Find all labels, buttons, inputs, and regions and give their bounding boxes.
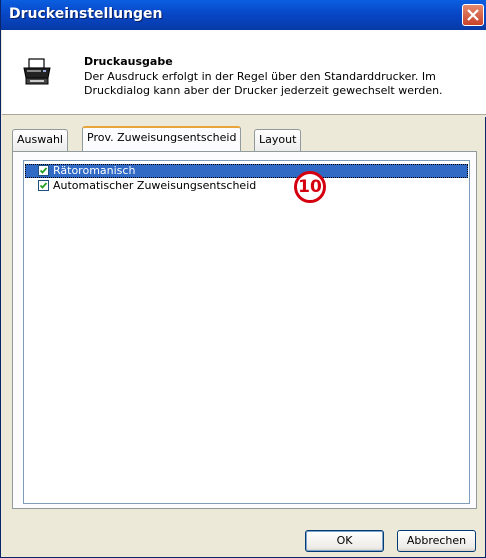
cancel-button-label: Abbrechen (406, 534, 467, 547)
checkmark-icon (39, 167, 48, 174)
callout-marker: 10 (294, 171, 326, 203)
checkmark-icon (39, 182, 48, 189)
ok-button[interactable]: OK (305, 530, 384, 552)
list-item-label: Automatischer Zuweisungsentscheid (53, 179, 257, 192)
tab-prov-zuweisungsentscheid[interactable]: Prov. Zuweisungsentscheid (82, 126, 242, 151)
header-panel: Druckausgabe Der Ausdruck erfolgt in der… (2, 30, 486, 114)
list-item[interactable]: Automatischer Zuweisungsentscheid (25, 179, 468, 193)
checkbox-automatischer-zuweisungsentscheid[interactable] (38, 180, 49, 191)
title-bar[interactable]: Druckeinstellungen (1, 0, 486, 30)
printer-icon (23, 58, 51, 85)
print-settings-dialog: Druckeinstellungen Druckausgabe Der Ausd… (0, 0, 486, 558)
cancel-button[interactable]: Abbrechen (397, 530, 476, 552)
tab-layout[interactable]: Layout (254, 129, 302, 151)
list-item-label: Rätoromanisch (53, 164, 136, 177)
tab-label: Prov. Zuweisungsentscheid (87, 131, 237, 144)
header-description: Der Ausdruck erfolgt in der Regel über d… (84, 70, 443, 97)
header-separator (2, 114, 486, 117)
close-icon (467, 9, 479, 21)
ok-button-label: OK (336, 534, 353, 547)
header-title: Druckausgabe (84, 55, 173, 68)
list-item[interactable]: Rätoromanisch (25, 164, 468, 178)
tab-label: Auswahl (17, 133, 63, 146)
window-title: Druckeinstellungen (9, 6, 163, 22)
zuweisung-listbox[interactable]: Rätoromanisch Automatischer Zuweisungsen… (23, 160, 470, 504)
tab-auswahl[interactable]: Auswahl (12, 129, 68, 151)
checkbox-raetoromanisch[interactable] (38, 165, 49, 176)
close-button[interactable] (462, 4, 484, 26)
tab-label: Layout (259, 133, 297, 146)
